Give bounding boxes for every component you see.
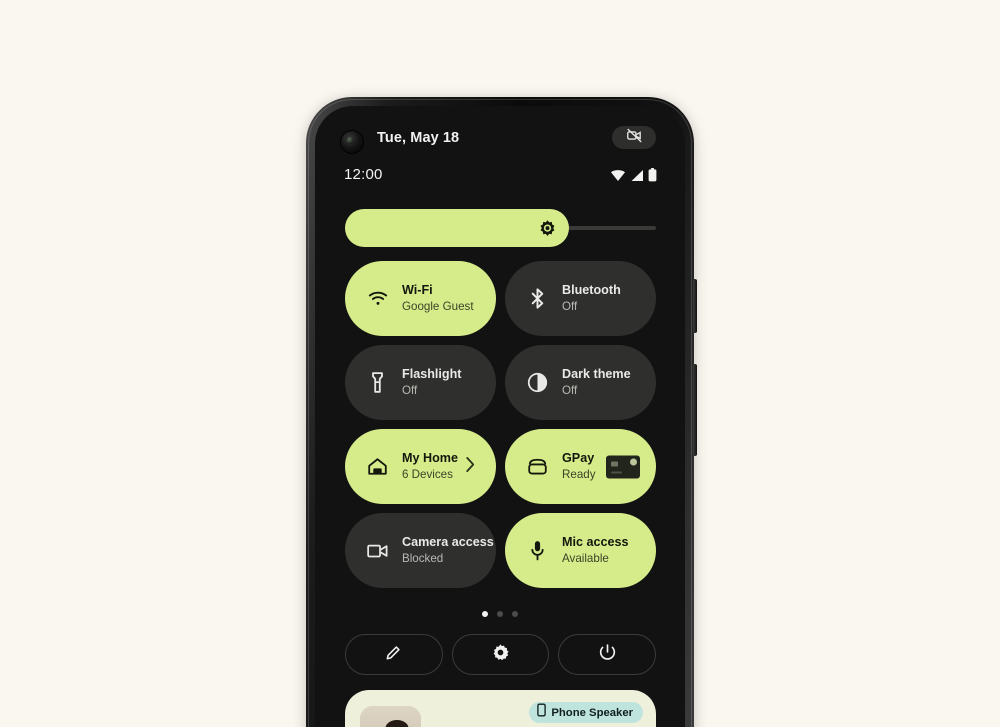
tile-subtitle: 6 Devices xyxy=(402,468,453,482)
flashlight-icon xyxy=(367,372,388,393)
tile-text: My Home 6 Devices xyxy=(402,451,458,483)
tile-subtitle: Available xyxy=(562,552,609,566)
brightness-fill xyxy=(345,209,569,247)
chevron-right-icon[interactable] xyxy=(465,456,476,478)
tile-subtitle: Google Guest xyxy=(402,300,474,314)
tile-subtitle: Ready xyxy=(562,468,596,482)
tile-text: Bluetooth Off xyxy=(562,283,621,315)
wallet-icon xyxy=(527,456,548,477)
status-bar-icons xyxy=(610,168,657,187)
payment-card-icon xyxy=(606,455,640,478)
tile-text: Flashlight Off xyxy=(402,367,461,399)
card-chip xyxy=(611,461,618,466)
media-output-chip[interactable]: Phone Speaker xyxy=(529,702,643,723)
page-indicator xyxy=(315,611,685,617)
tile-title: Bluetooth xyxy=(562,282,621,297)
settings-button[interactable] xyxy=(451,634,550,675)
brightness-slider[interactable] xyxy=(345,209,656,247)
wifi-icon xyxy=(610,169,626,187)
tile-title: Flashlight xyxy=(402,366,462,381)
quick-settings-header: Tue, May 18 xyxy=(315,126,685,160)
screenshot-canvas: Tue, May 18 12:00 Wi-Fi Google Guest Blu… xyxy=(0,0,1000,727)
device-power-button[interactable] xyxy=(693,279,697,333)
tile-text: Camera access Blocked xyxy=(402,535,494,567)
tile-mic-access[interactable]: Mic access Available xyxy=(505,513,656,588)
tile-subtitle: Off xyxy=(402,384,418,398)
pencil-icon xyxy=(384,643,403,667)
tile-dark-theme[interactable]: Dark theme Off xyxy=(505,345,656,420)
tile-wifi[interactable]: Wi-Fi Google Guest xyxy=(345,261,496,336)
tile-title: GPay xyxy=(562,450,595,465)
album-artwork xyxy=(360,706,421,727)
card-stripe xyxy=(611,471,622,473)
cellular-signal-icon xyxy=(630,169,644,187)
quick-settings-tile-grid: Wi-Fi Google Guest Bluetooth Off Flashli… xyxy=(345,261,656,588)
gear-icon xyxy=(491,643,510,667)
tile-subtitle: Off xyxy=(562,384,578,398)
tile-text: Dark theme Off xyxy=(562,367,631,399)
brightness-icon xyxy=(538,219,557,238)
tile-camera-access[interactable]: Camera access Blocked xyxy=(345,513,496,588)
power-button[interactable] xyxy=(558,634,657,675)
tile-subtitle: Off xyxy=(562,300,578,314)
media-player-card[interactable]: Phone Speaker Heart Storm (feat. NAO) xyxy=(345,690,656,727)
tile-title: Camera access xyxy=(402,534,494,549)
media-output-label: Phone Speaker xyxy=(551,706,633,719)
phone-icon xyxy=(537,703,547,722)
edit-tiles-button[interactable] xyxy=(345,634,443,675)
bluetooth-icon xyxy=(527,288,548,309)
phone-device-frame: Tue, May 18 12:00 Wi-Fi Google Guest Blu… xyxy=(306,97,697,727)
battery-icon xyxy=(648,168,657,187)
quick-settings-footer xyxy=(345,634,657,675)
tile-gpay[interactable]: GPay Ready xyxy=(505,429,656,504)
tile-title: My Home xyxy=(402,450,458,465)
tile-my-home[interactable]: My Home 6 Devices xyxy=(345,429,496,504)
camera-off-icon xyxy=(626,127,643,149)
page-dot-1[interactable] xyxy=(482,611,488,617)
phone-screen: Tue, May 18 12:00 Wi-Fi Google Guest Blu… xyxy=(315,106,685,727)
clock-label: 12:00 xyxy=(344,166,383,183)
tile-flashlight[interactable]: Flashlight Off xyxy=(345,345,496,420)
page-dot-2[interactable] xyxy=(497,611,503,617)
device-volume-button[interactable] xyxy=(693,364,697,456)
tile-bluetooth[interactable]: Bluetooth Off xyxy=(505,261,656,336)
tile-title: Mic access xyxy=(562,534,629,549)
card-nfc-mark xyxy=(630,458,637,465)
camera-blocked-indicator[interactable] xyxy=(612,126,656,149)
video-camera-icon xyxy=(367,540,388,561)
tile-title: Dark theme xyxy=(562,366,631,381)
microphone-icon xyxy=(527,540,548,561)
tile-text: Wi-Fi Google Guest xyxy=(402,283,474,315)
dark-theme-icon xyxy=(527,372,548,393)
tile-text: GPay Ready xyxy=(562,451,596,483)
tile-text: Mic access Available xyxy=(562,535,629,567)
home-icon xyxy=(367,456,388,477)
tile-subtitle: Blocked xyxy=(402,552,444,566)
date-label: Tue, May 18 xyxy=(377,130,460,146)
status-bar: 12:00 xyxy=(315,166,685,190)
wifi-icon xyxy=(367,288,388,309)
page-dot-3[interactable] xyxy=(512,611,518,617)
power-icon xyxy=(598,643,617,667)
tile-title: Wi-Fi xyxy=(402,282,433,297)
